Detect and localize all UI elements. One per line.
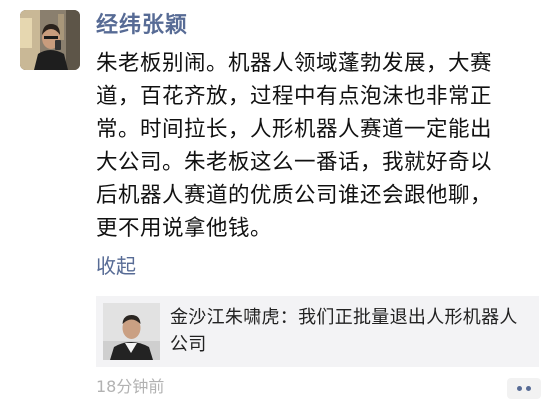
post-time: 18分钟前 — [96, 377, 165, 396]
avatar[interactable] — [20, 10, 80, 70]
more-dots-icon — [517, 386, 522, 391]
article-thumbnail — [103, 303, 160, 360]
author-name[interactable]: 经纬张颖 — [96, 11, 188, 41]
post-text: 朱老板别闹。机器人领域蓬勃发展，大赛 道，百花齐放，过程中有点泡沫也非常正 常。… — [96, 51, 493, 241]
more-button[interactable] — [507, 378, 541, 399]
avatar-photo — [20, 10, 80, 70]
article-title: 金沙江朱啸虎：我们正批量退出人形机器人公司 — [170, 307, 518, 355]
article-thumbnail-photo — [103, 303, 160, 360]
collapse-link[interactable]: 收起 — [96, 252, 136, 280]
moments-post: 经纬张颖 朱老板别闹。机器人领域蓬勃发展，大赛 道，百花齐放，过程中有点泡沫也非… — [0, 0, 550, 403]
shared-article-card[interactable]: 金沙江朱啸虎：我们正批量退出人形机器人公司 — [96, 296, 539, 367]
more-dots-icon — [526, 386, 531, 391]
